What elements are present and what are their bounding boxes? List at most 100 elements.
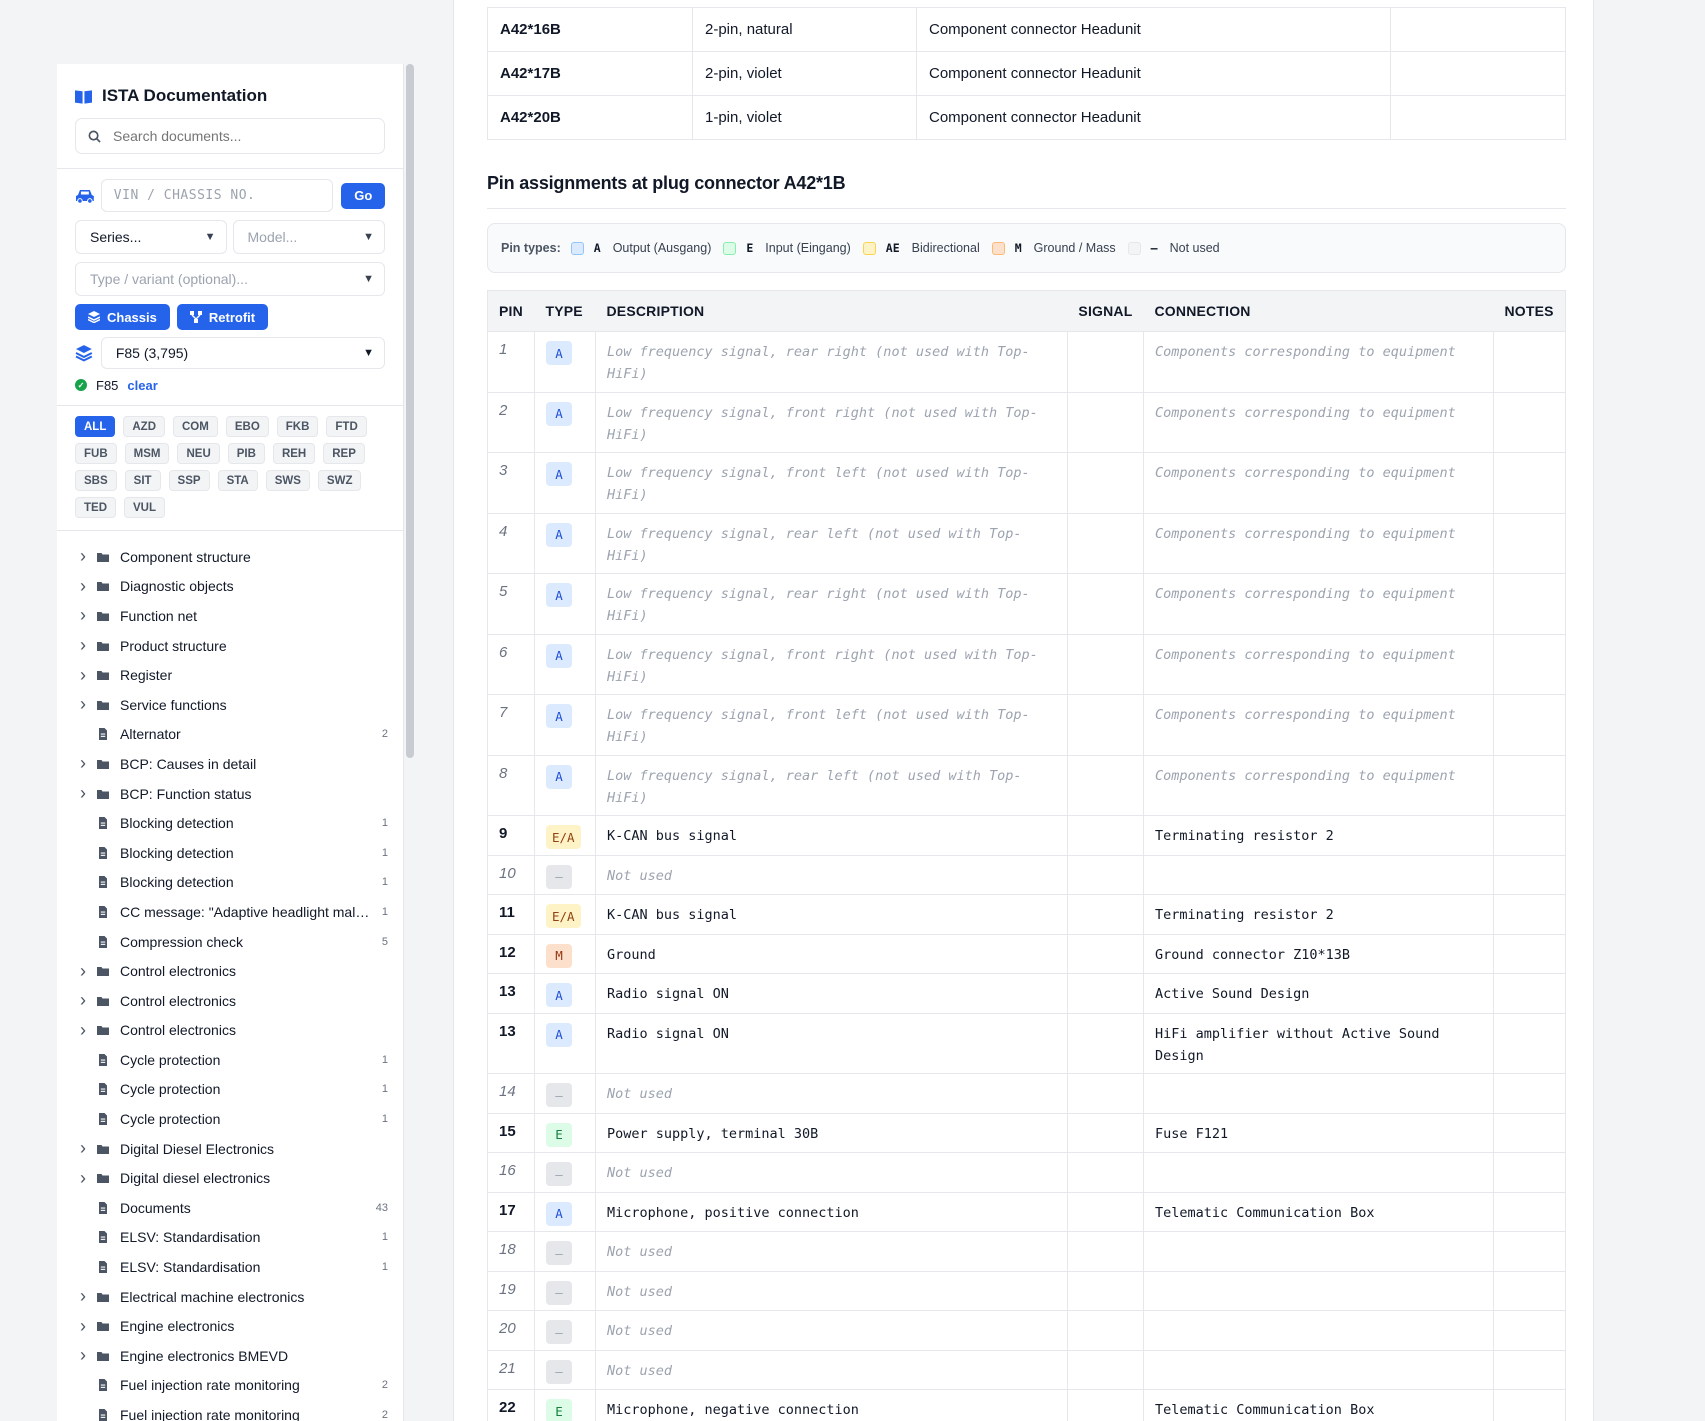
- tree-folder[interactable]: › BCP: Causes in detail: [57, 749, 403, 779]
- tree-document[interactable]: ›Blocking detection1: [57, 808, 403, 838]
- tree-folder[interactable]: › Engine electronics BMEVD: [57, 1341, 403, 1371]
- chevron-right-icon[interactable]: ›: [77, 576, 89, 597]
- pin-type: —: [533, 1350, 596, 1390]
- filter-tag-ftd[interactable]: FTD: [326, 416, 367, 437]
- tree-document[interactable]: ›Cycle protection1: [57, 1075, 403, 1105]
- filter-tag-azd[interactable]: AZD: [123, 416, 165, 437]
- legend-label: Ground / Mass: [1033, 241, 1116, 255]
- filter-tag-ssp[interactable]: SSP: [168, 470, 210, 491]
- filter-tag-vul[interactable]: VUL: [124, 497, 165, 518]
- chevron-right-icon[interactable]: ›: [77, 605, 89, 626]
- tree-folder[interactable]: › Control electronics: [57, 956, 403, 986]
- tree-document[interactable]: ›Cycle protection1: [57, 1104, 403, 1134]
- chevron-right-icon[interactable]: ›: [77, 1168, 89, 1189]
- pin-notes: [1492, 694, 1566, 756]
- pin-type: —: [533, 855, 596, 895]
- chevron-right-icon[interactable]: ›: [77, 783, 89, 804]
- tree-item-label: Digital diesel electronics: [120, 1170, 271, 1187]
- pin-description: Not used: [594, 1271, 1068, 1311]
- filter-tag-fub[interactable]: FUB: [75, 443, 117, 464]
- tree-folder[interactable]: › Control electronics: [57, 986, 403, 1016]
- filter-tag-sit[interactable]: SIT: [124, 470, 161, 491]
- retrofit-button[interactable]: Retrofit: [176, 304, 269, 330]
- filter-tag-ebo[interactable]: EBO: [225, 416, 269, 437]
- tree-document[interactable]: ›Cycle protection1: [57, 1045, 403, 1075]
- pin-connection: Terminating resistor 2: [1143, 894, 1494, 935]
- tree-folder[interactable]: › Control electronics: [57, 1016, 403, 1046]
- tree-folder[interactable]: › Register: [57, 660, 403, 690]
- chevron-right-icon[interactable]: ›: [77, 635, 89, 656]
- chevron-right-icon[interactable]: ›: [77, 1020, 89, 1041]
- pin-number: 3: [487, 452, 535, 514]
- car-icon: [75, 189, 94, 204]
- chevron-right-icon[interactable]: ›: [77, 1286, 89, 1307]
- filter-tag-swz[interactable]: SWZ: [317, 470, 362, 491]
- tree-document[interactable]: ›Fuel injection rate monitoring2: [57, 1400, 403, 1421]
- chevron-right-icon[interactable]: ›: [77, 753, 89, 774]
- filter-tag-all[interactable]: ALL: [75, 416, 116, 437]
- search-input[interactable]: [113, 128, 373, 144]
- tree-document[interactable]: ›Fuel injection rate monitoring2: [57, 1371, 403, 1401]
- filter-tag-com[interactable]: COM: [173, 416, 218, 437]
- tree-document[interactable]: ›Blocking detection1: [57, 838, 403, 868]
- tree-folder[interactable]: › BCP: Function status: [57, 779, 403, 809]
- pin-number: 18: [487, 1231, 535, 1272]
- tree-folder[interactable]: › Product structure: [57, 631, 403, 661]
- chevron-right-icon[interactable]: ›: [77, 665, 89, 686]
- tree-document[interactable]: ›ELSV: Standardisation1: [57, 1223, 403, 1253]
- tree-document[interactable]: ›Documents43: [57, 1193, 403, 1223]
- pin-type: E: [533, 1389, 596, 1421]
- tree-folder[interactable]: › Electrical machine electronics: [57, 1282, 403, 1312]
- tree-folder[interactable]: › Digital Diesel Electronics: [57, 1134, 403, 1164]
- pin-connection: Active Sound Design: [1143, 973, 1494, 1014]
- chevron-right-icon[interactable]: ›: [77, 990, 89, 1011]
- search-box[interactable]: [75, 118, 385, 154]
- filter-tag-reh[interactable]: REH: [272, 443, 316, 464]
- scrollbar-thumb[interactable]: [406, 64, 414, 758]
- tree-document[interactable]: ›CC message: "Adaptive headlight malfunc…: [57, 897, 403, 927]
- tree-document[interactable]: ›ELSV: Standardisation1: [57, 1252, 403, 1282]
- pin-description: K-CAN bus signal: [594, 815, 1068, 856]
- table-row: 22 E Microphone, negative connection Telema…: [487, 1389, 1566, 1421]
- filter-tag-neu[interactable]: NEU: [177, 443, 220, 464]
- tree-folder[interactable]: › Engine electronics: [57, 1311, 403, 1341]
- pin-number: 20: [487, 1310, 535, 1351]
- filter-tag-fkb[interactable]: FKB: [276, 416, 319, 437]
- filter-tag-rep[interactable]: REP: [323, 443, 365, 464]
- filter-tag-ted[interactable]: TED: [75, 497, 116, 518]
- variant-select[interactable]: Type / variant (optional)... ▼: [75, 262, 385, 296]
- pin-signal: [1066, 855, 1144, 895]
- pin-signal: [1066, 1113, 1144, 1153]
- tree-document[interactable]: ›Compression check5: [57, 927, 403, 957]
- tree-folder[interactable]: › Component structure: [57, 542, 403, 572]
- chevron-right-icon[interactable]: ›: [77, 546, 89, 567]
- pin-signal: [1066, 694, 1144, 756]
- tree-item-label: Fuel injection rate monitoring: [120, 1377, 300, 1394]
- filter-tag-msm[interactable]: MSM: [124, 443, 170, 464]
- clear-link[interactable]: clear: [127, 378, 157, 393]
- tree-document[interactable]: ›Alternator2: [57, 720, 403, 750]
- chevron-right-icon[interactable]: ›: [77, 1138, 89, 1159]
- filter-tag-pib[interactable]: PIB: [227, 443, 265, 464]
- go-button[interactable]: Go: [341, 182, 385, 209]
- tree-folder[interactable]: › Function net: [57, 601, 403, 631]
- chassis-select[interactable]: F85 (3,795) ▼: [100, 337, 385, 369]
- chassis-button[interactable]: Chassis: [75, 304, 170, 330]
- pin-type-badge: —: [545, 1359, 572, 1384]
- chevron-right-icon[interactable]: ›: [77, 694, 89, 715]
- tree-folder[interactable]: › Diagnostic objects: [57, 572, 403, 602]
- filter-tag-sws[interactable]: SWS: [265, 470, 310, 491]
- chevron-right-icon[interactable]: ›: [77, 1345, 89, 1366]
- chevron-right-icon[interactable]: ›: [77, 1316, 89, 1337]
- tree-document[interactable]: ›Blocking detection1: [57, 868, 403, 898]
- vin-input[interactable]: VIN / CHASSIS NO.: [100, 179, 334, 212]
- model-select[interactable]: Model... ▼: [232, 220, 385, 254]
- chevron-right-icon[interactable]: ›: [77, 961, 89, 982]
- filter-tag-sta[interactable]: STA: [217, 470, 258, 491]
- filter-tag-sbs[interactable]: SBS: [75, 470, 117, 491]
- sidebar-scrollbar[interactable]: [404, 64, 416, 1421]
- series-select[interactable]: Series... ▼: [75, 220, 227, 254]
- tree-folder[interactable]: › Service functions: [57, 690, 403, 720]
- tree-folder[interactable]: › Digital diesel electronics: [57, 1163, 403, 1193]
- pin-number: 9: [487, 815, 535, 856]
